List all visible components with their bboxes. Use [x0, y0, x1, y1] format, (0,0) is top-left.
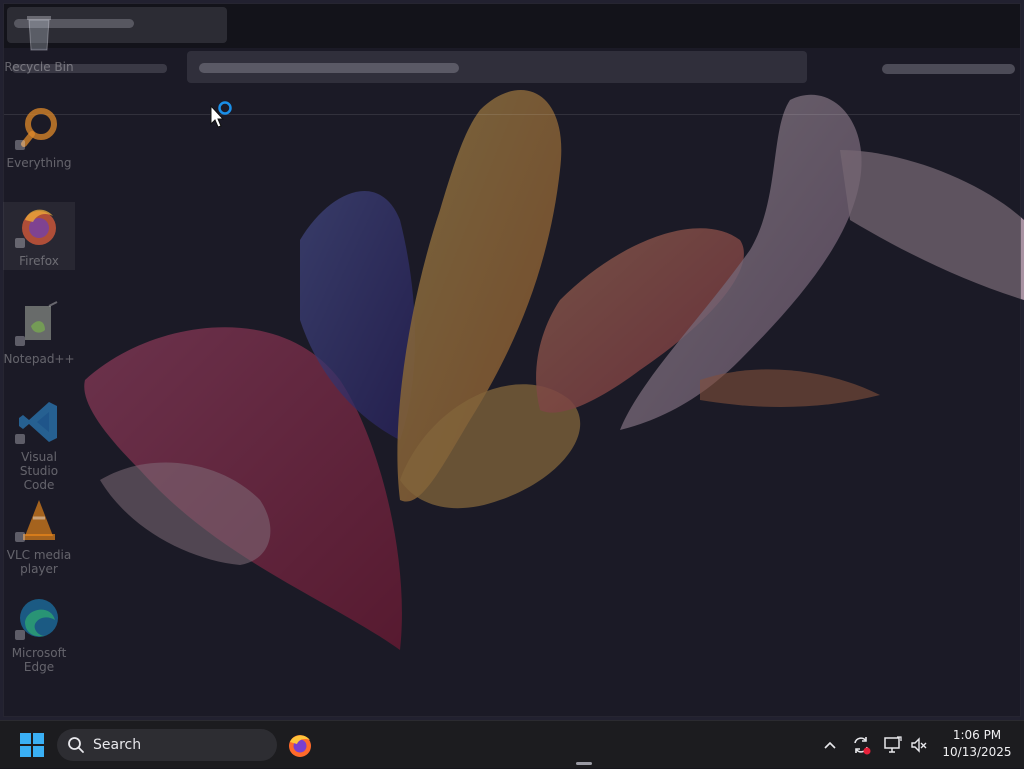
recycle-bin-icon	[27, 16, 51, 51]
desktop-icon-recycle-bin[interactable]: Recycle Bin	[3, 8, 75, 74]
firefox-icon	[289, 735, 311, 757]
desktop-icon-label: Notepad++	[3, 352, 75, 366]
desktop-icon-edge[interactable]: Microsoft Edge	[3, 594, 75, 674]
taskbar: Search 1:06 PM 10/13/2025	[0, 720, 1024, 768]
sync-alert-icon	[854, 737, 871, 755]
clock-time: 1:06 PM	[952, 728, 1002, 742]
desktop-icon-label: Visual Studio Code	[19, 450, 59, 492]
desktop-icon-label: Everything	[6, 156, 72, 170]
desktop-icon-vscode[interactable]: Visual Studio Code	[3, 398, 75, 492]
taskbar-firefox-button[interactable]	[284, 721, 592, 769]
taskbar-clock[interactable]: 1:06 PM 10/13/2025	[934, 727, 1020, 761]
shortcut-arrow-icon	[15, 238, 25, 248]
desktop-icon-label: VLC media player	[6, 548, 72, 576]
toolbar-divider	[4, 114, 1020, 115]
desktop-icon-notepad-plus-plus[interactable]: Notepad++	[3, 300, 75, 366]
tray-volume-button[interactable]	[905, 721, 933, 769]
shortcut-arrow-icon	[15, 630, 25, 640]
desktop-icon-everything[interactable]: Everything	[3, 104, 75, 170]
chevron-up-icon	[824, 741, 836, 749]
network-icon	[884, 736, 902, 753]
shortcut-arrow-icon	[15, 140, 25, 150]
start-button[interactable]	[12, 721, 52, 769]
search-label: Search	[93, 737, 142, 753]
clock-date: 10/13/2025	[942, 745, 1012, 759]
desktop-icon-vlc[interactable]: VLC media player	[3, 496, 75, 576]
desktop-icon-label: Microsoft Edge	[11, 646, 67, 674]
toolbar-placeholder-right	[882, 64, 1015, 74]
tray-sync-button[interactable]	[847, 721, 875, 769]
shortcut-arrow-icon	[15, 434, 25, 444]
show-hidden-icons-button[interactable]	[816, 721, 844, 769]
address-bar-placeholder-line	[199, 63, 459, 73]
windows-logo-icon	[20, 733, 44, 757]
loading-window-overlay	[3, 3, 1021, 717]
shortcut-arrow-icon	[15, 532, 25, 542]
taskbar-search-box[interactable]: Search	[57, 729, 277, 761]
running-indicator	[576, 762, 592, 765]
busy-cursor-icon	[210, 101, 232, 128]
desktop-icon-label: Firefox	[19, 254, 59, 268]
desktop-icon-firefox[interactable]: Firefox	[3, 202, 75, 270]
speaker-muted-icon	[911, 737, 927, 753]
shortcut-arrow-icon	[15, 336, 25, 346]
desktop-icon-label: Recycle Bin	[4, 60, 74, 74]
tray-network-button[interactable]	[879, 721, 907, 769]
search-icon	[68, 737, 84, 753]
desktop: Recycle Bin Everything Firefox Notepad++	[0, 0, 1024, 720]
